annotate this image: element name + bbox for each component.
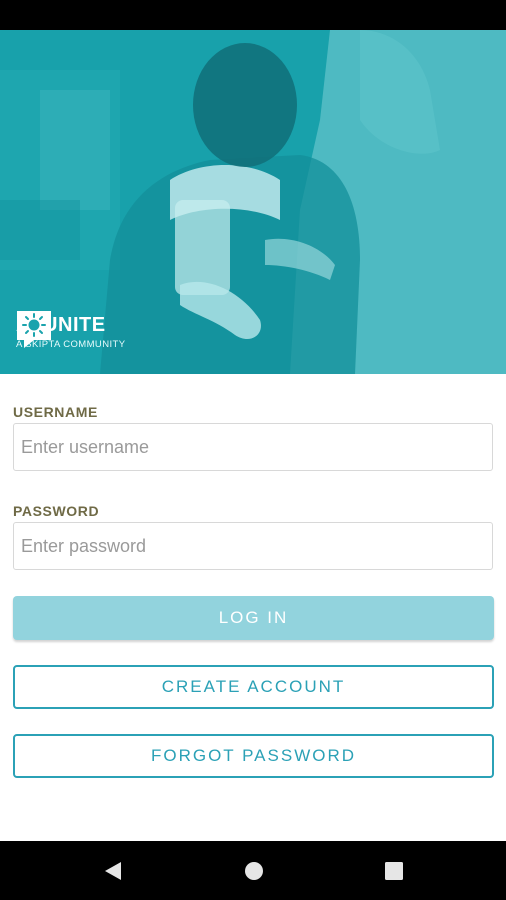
recents-icon[interactable] xyxy=(384,861,404,881)
home-icon[interactable] xyxy=(244,861,264,881)
username-input[interactable] xyxy=(13,423,493,471)
password-label: PASSWORD xyxy=(13,503,100,519)
sun-chat-icon xyxy=(17,311,51,348)
password-input[interactable] xyxy=(13,522,493,570)
back-icon[interactable] xyxy=(103,861,123,881)
brand-logo: AI UNITE A SKIPTA COMMUNITY xyxy=(16,310,125,350)
login-button[interactable]: LOG IN xyxy=(13,596,494,640)
navigation-bar xyxy=(0,841,506,900)
status-bar xyxy=(0,0,506,30)
forgot-password-button[interactable]: FORGOT PASSWORD xyxy=(13,734,494,778)
create-account-button[interactable]: CREATE ACCOUNT xyxy=(13,665,494,709)
username-label: USERNAME xyxy=(13,404,98,420)
hero-banner: AI UNITE A SKIPTA COMMUNITY xyxy=(0,30,506,374)
